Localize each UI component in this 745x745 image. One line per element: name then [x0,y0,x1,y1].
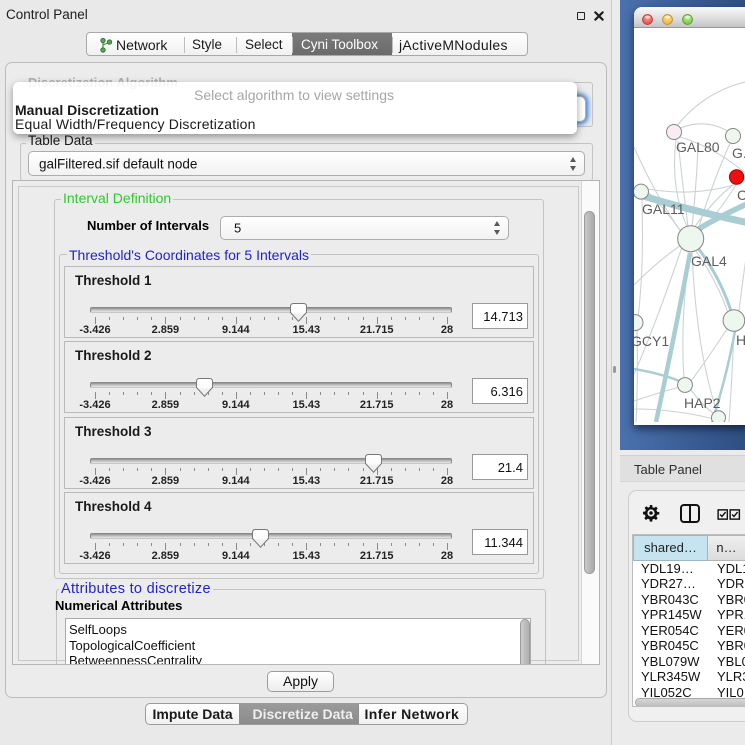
svg-text:GAL11: GAL11 [642,201,685,217]
svg-text:GAL4: GAL4 [691,253,727,269]
svg-text:GCY1: GCY1 [634,333,669,349]
svg-text:H: H [736,332,745,348]
svg-text:GAL80: GAL80 [676,139,720,155]
svg-text:HAP2: HAP2 [684,395,721,411]
svg-text:G.: G. [732,145,745,161]
svg-text:C: C [737,187,745,203]
